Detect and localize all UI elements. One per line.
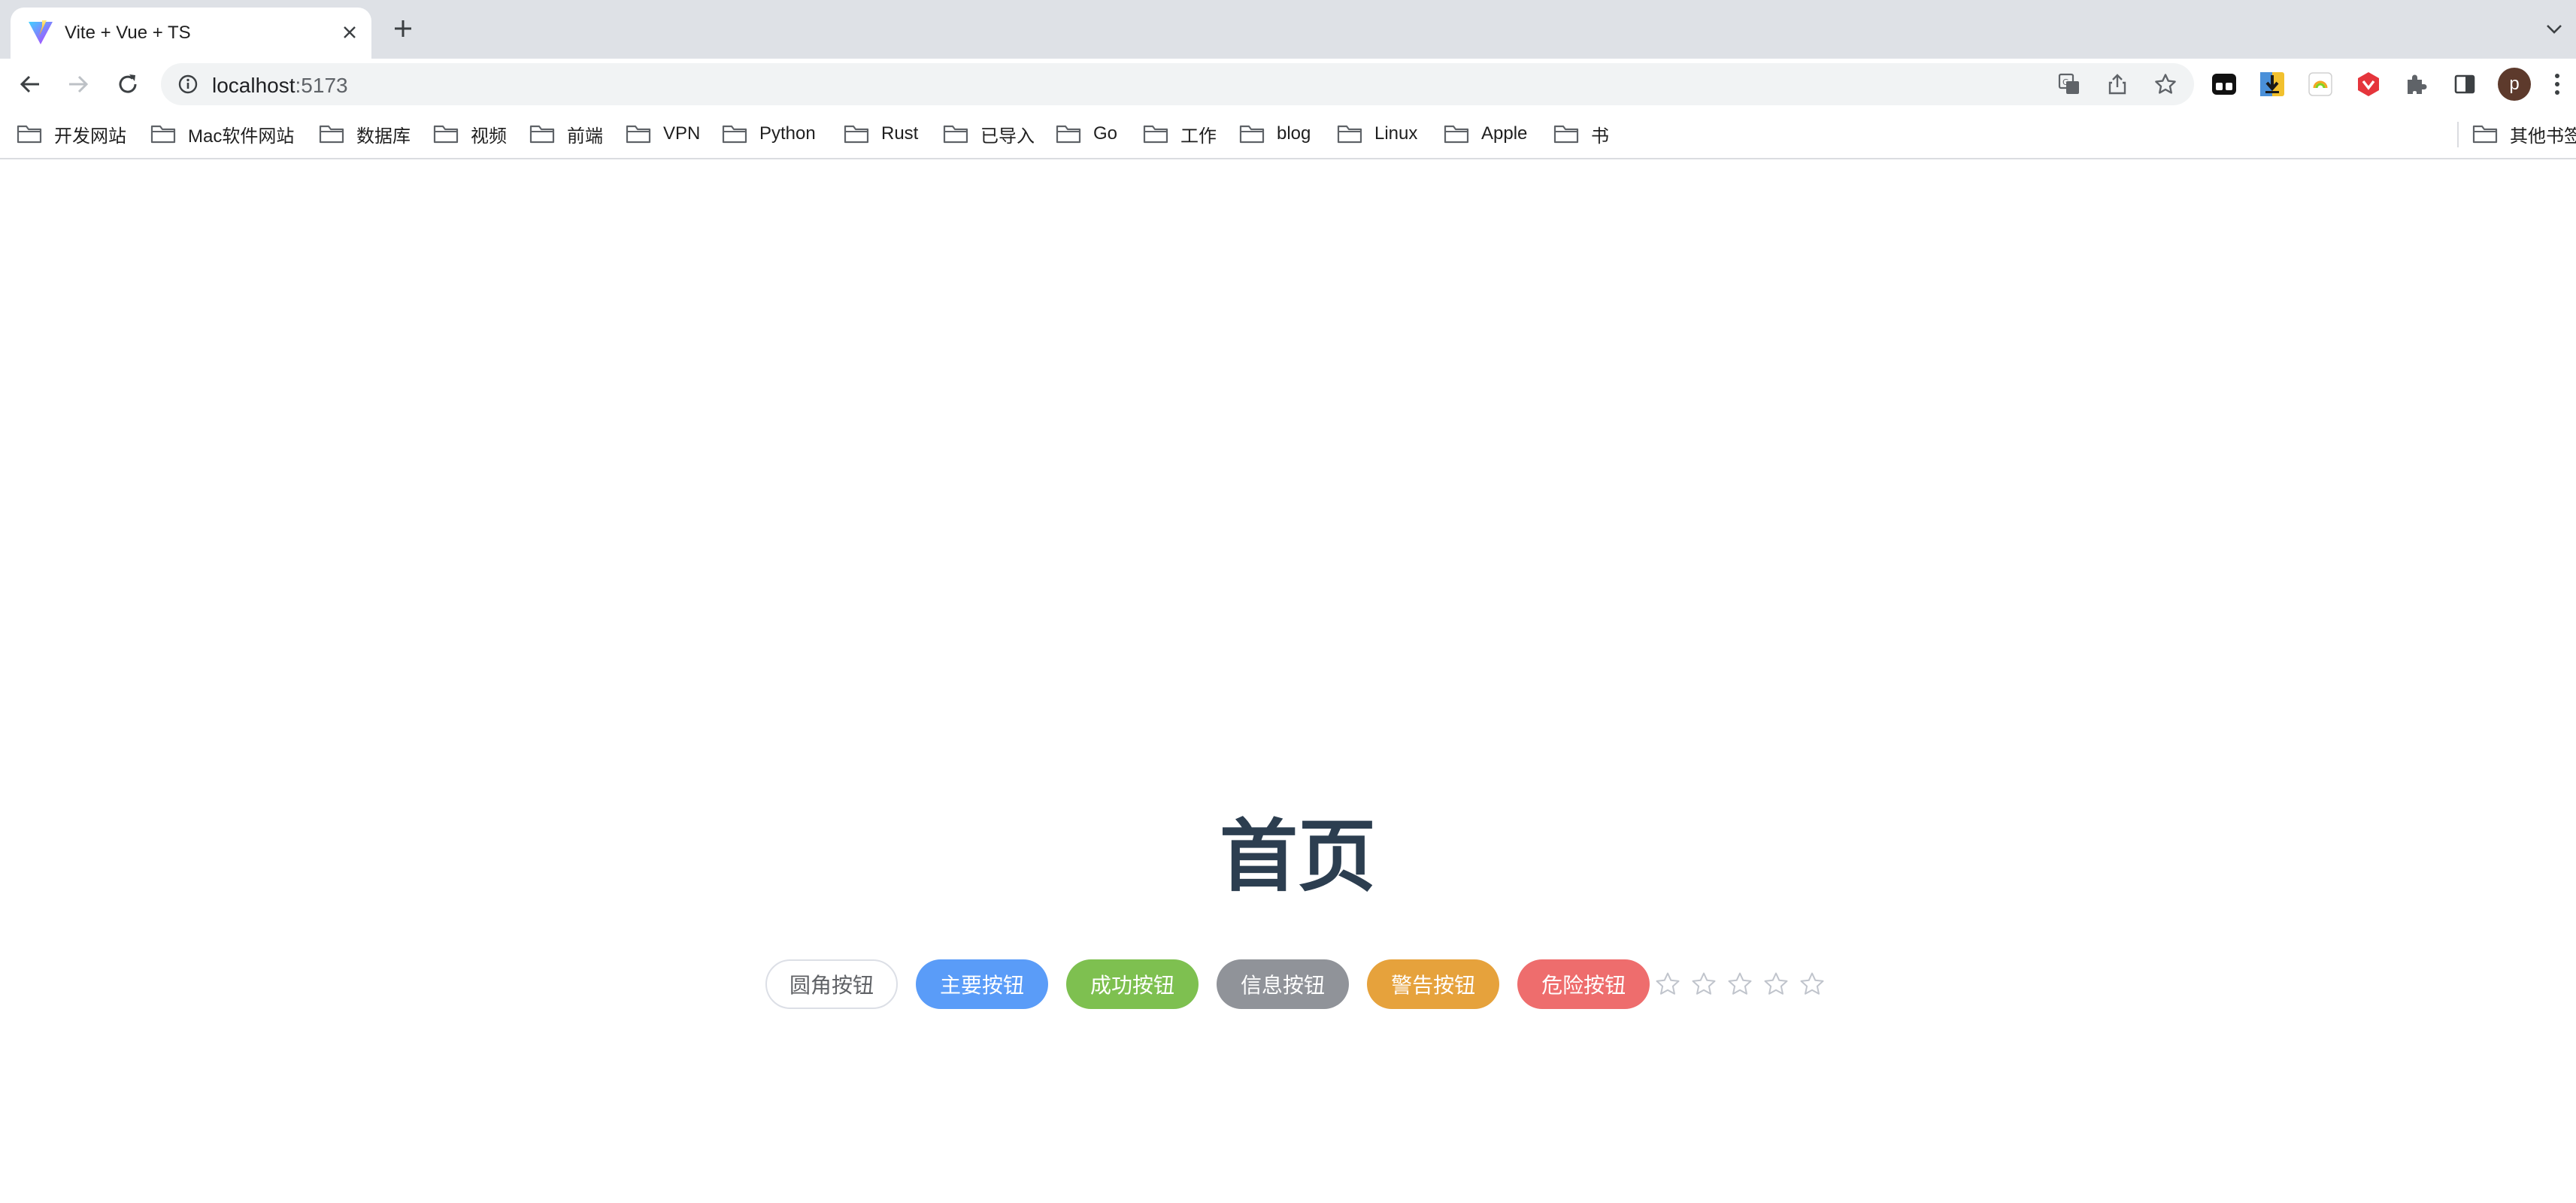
bookmark-folder[interactable]: Python bbox=[722, 119, 816, 149]
new-tab-icon[interactable] bbox=[389, 15, 417, 42]
reload-icon[interactable] bbox=[111, 68, 144, 101]
bookmark-folder[interactable]: VPN bbox=[626, 119, 700, 149]
close-icon[interactable] bbox=[337, 20, 362, 45]
bookmark-label: Linux bbox=[1374, 123, 1418, 144]
success-button[interactable]: 成功按钮 bbox=[1066, 959, 1199, 1009]
chevron-down-icon[interactable] bbox=[2541, 17, 2567, 42]
share-icon[interactable] bbox=[2104, 71, 2131, 98]
folder-icon bbox=[1239, 125, 1265, 144]
bookmark-star-icon[interactable] bbox=[2152, 71, 2179, 98]
bookmark-label: VPN bbox=[663, 123, 701, 144]
bookmark-label: 已导入 bbox=[980, 126, 1035, 147]
tab-title: Vite + Vue + TS bbox=[65, 23, 191, 43]
bookmark-label: blog bbox=[1277, 123, 1311, 144]
folder-icon bbox=[433, 125, 459, 144]
bookmarks-bar: 开发网站 Mac软件网站 数据库 视频 前端 VPN Python Rust 已… bbox=[0, 110, 2576, 159]
extension-black-icon[interactable] bbox=[2208, 68, 2241, 101]
url-text: localhost:5173 bbox=[212, 74, 348, 98]
folder-icon bbox=[1337, 125, 1362, 144]
shield-extension-icon[interactable] bbox=[2352, 68, 2385, 101]
bookmark-folder[interactable]: blog bbox=[1239, 119, 1311, 149]
folder-icon bbox=[626, 125, 651, 144]
bookmark-label: Apple bbox=[1481, 123, 1528, 144]
folder-icon bbox=[1553, 125, 1579, 144]
bookmark-folder[interactable]: Go bbox=[1056, 119, 1117, 149]
folder-icon bbox=[722, 125, 747, 144]
bookmark-label: Go bbox=[1093, 123, 1118, 144]
svg-text:G: G bbox=[2062, 77, 2069, 87]
folder-icon bbox=[943, 125, 968, 144]
bookmark-folder[interactable]: 数据库 bbox=[319, 119, 411, 149]
star-icon[interactable] bbox=[1722, 966, 1758, 1002]
bookmark-folder[interactable]: 视频 bbox=[433, 119, 507, 149]
forward-icon[interactable] bbox=[62, 68, 95, 101]
other-bookmarks-label: 其他书签 bbox=[2510, 126, 2576, 147]
danger-button[interactable]: 危险按钮 bbox=[1517, 959, 1650, 1009]
bookmark-folder[interactable]: Apple bbox=[1444, 119, 1527, 149]
color-extension-icon[interactable] bbox=[2304, 68, 2337, 101]
bookmark-folder[interactable]: Rust bbox=[844, 119, 918, 149]
other-bookmarks-folder[interactable]: 其他书签 bbox=[2472, 119, 2576, 149]
bookmark-label: 数据库 bbox=[356, 126, 411, 147]
page-viewport: 首页 圆角按钮 主要按钮 成功按钮 信息按钮 警告按钮 危险按钮 bbox=[0, 161, 2576, 1203]
button-row: 圆角按钮 主要按钮 成功按钮 信息按钮 警告按钮 危险按钮 bbox=[765, 959, 1830, 1009]
folder-icon bbox=[319, 125, 344, 144]
profile-avatar[interactable]: p bbox=[2498, 68, 2531, 101]
info-button[interactable]: 信息按钮 bbox=[1217, 959, 1350, 1009]
url-host: localhost bbox=[212, 74, 295, 97]
star-icon[interactable] bbox=[1686, 966, 1722, 1002]
bookmark-folder[interactable]: Mac软件网站 bbox=[150, 119, 294, 149]
bookmark-label: Mac软件网站 bbox=[188, 126, 295, 147]
bookmark-label: Python bbox=[759, 123, 816, 144]
vite-logo-icon bbox=[27, 20, 54, 45]
bookmark-folder[interactable]: 工作 bbox=[1143, 119, 1217, 149]
bookmark-label: 开发网站 bbox=[54, 126, 126, 147]
side-panel-icon[interactable] bbox=[2448, 68, 2481, 101]
star-rating bbox=[1650, 966, 1830, 1002]
folder-icon bbox=[529, 125, 555, 144]
download-extension-icon[interactable] bbox=[2256, 68, 2289, 101]
folder-icon bbox=[150, 125, 176, 144]
bookmark-folder[interactable]: 开发网站 bbox=[17, 119, 126, 149]
browser-toolbar: localhost:5173 G p bbox=[0, 59, 2576, 110]
folder-icon bbox=[1444, 125, 1469, 144]
folder-icon bbox=[17, 125, 42, 144]
browser-tab[interactable]: Vite + Vue + TS bbox=[11, 8, 371, 59]
bookmark-folder[interactable]: 已导入 bbox=[943, 119, 1035, 149]
page-title: 首页 bbox=[1219, 814, 1376, 901]
folder-icon bbox=[2472, 125, 2498, 144]
url-port: :5173 bbox=[295, 74, 348, 97]
bookmark-folder[interactable]: 前端 bbox=[529, 119, 603, 149]
puzzle-extensions-icon[interactable] bbox=[2400, 68, 2433, 101]
bookmark-label: Rust bbox=[881, 123, 919, 144]
folder-icon bbox=[844, 125, 869, 144]
tab-strip: Vite + Vue + TS bbox=[0, 0, 2576, 59]
bookmark-label: 前端 bbox=[567, 126, 603, 147]
address-bar[interactable]: localhost:5173 G bbox=[161, 63, 2194, 105]
info-icon[interactable] bbox=[176, 72, 200, 96]
bookmark-label: 书 bbox=[1591, 126, 1609, 147]
back-icon[interactable] bbox=[14, 68, 47, 101]
primary-button[interactable]: 主要按钮 bbox=[916, 959, 1049, 1009]
bookmark-folder[interactable]: Linux bbox=[1337, 119, 1417, 149]
folder-icon bbox=[1143, 125, 1168, 144]
bookmarks-divider bbox=[2457, 122, 2459, 147]
warning-button[interactable]: 警告按钮 bbox=[1367, 959, 1500, 1009]
more-menu-icon[interactable] bbox=[2546, 68, 2568, 101]
bookmark-folder[interactable]: 书 bbox=[1553, 119, 1609, 149]
bookmark-label: 视频 bbox=[471, 126, 507, 147]
star-icon[interactable] bbox=[1794, 966, 1830, 1002]
translate-icon[interactable]: G bbox=[2056, 71, 2083, 98]
star-icon[interactable] bbox=[1758, 966, 1794, 1002]
bookmark-label: 工作 bbox=[1180, 126, 1217, 147]
round-button[interactable]: 圆角按钮 bbox=[765, 959, 899, 1009]
folder-icon bbox=[1056, 125, 1081, 144]
star-icon[interactable] bbox=[1650, 966, 1686, 1002]
